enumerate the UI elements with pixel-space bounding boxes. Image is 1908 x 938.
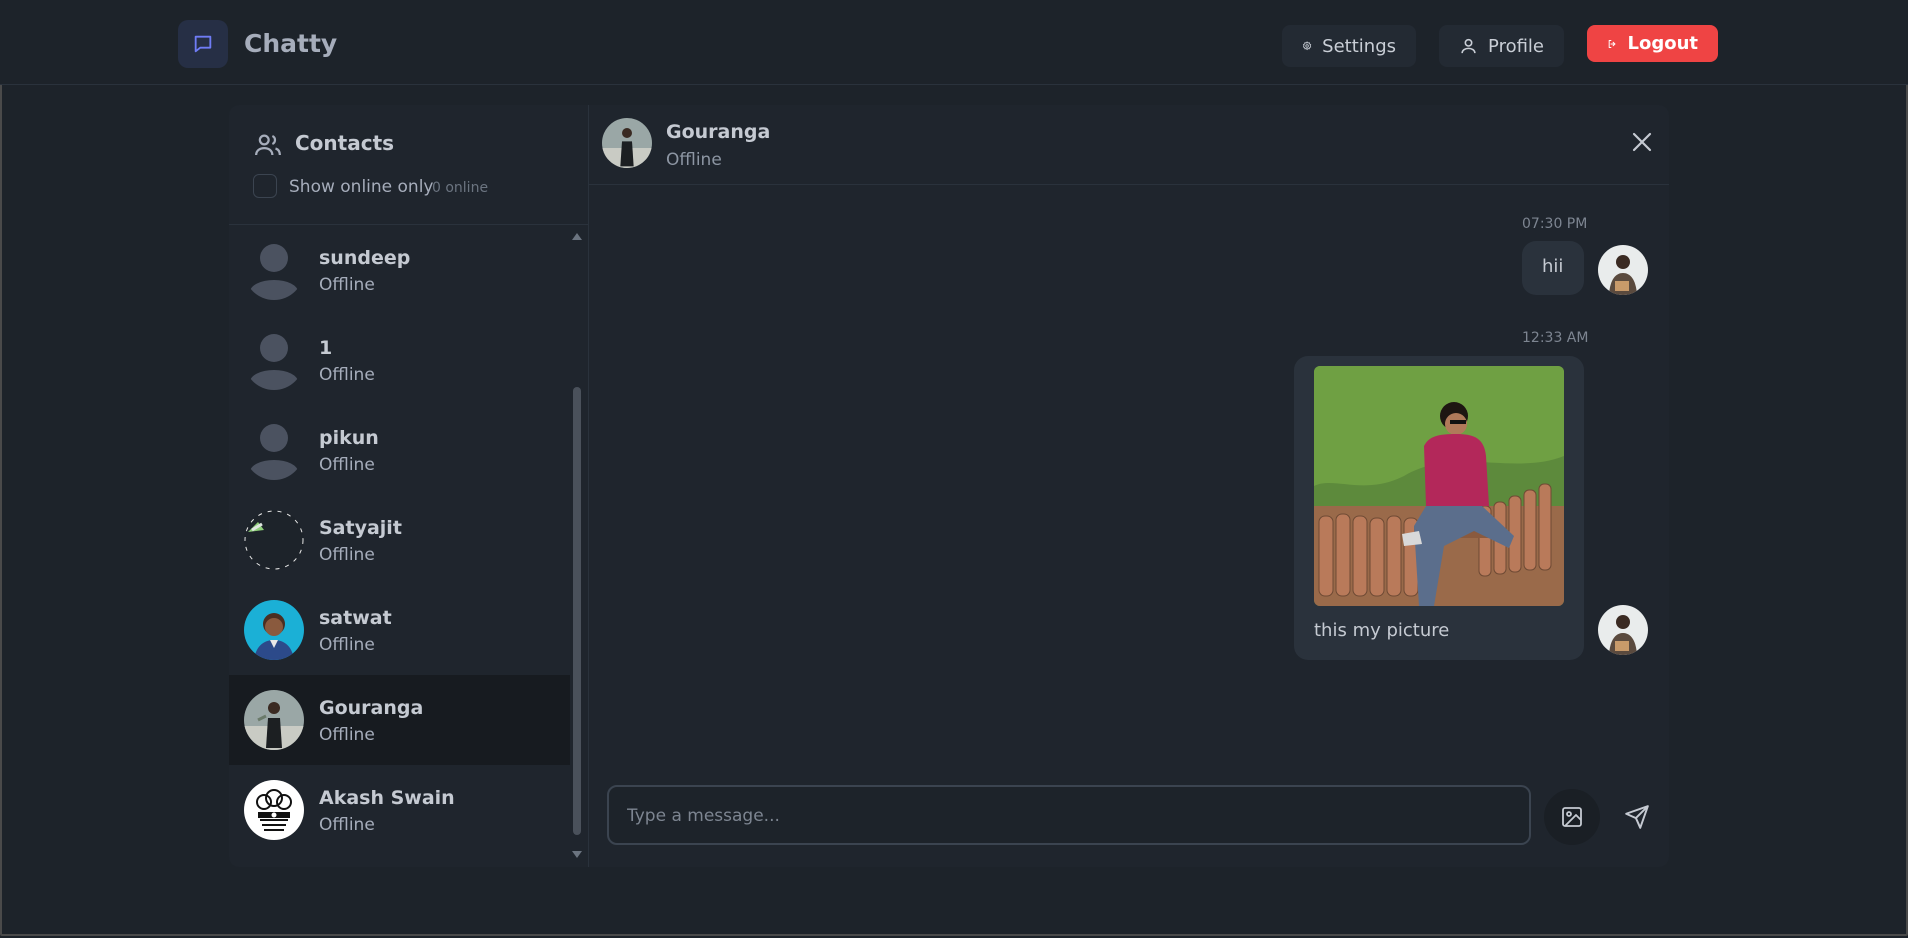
contact-name: 1	[319, 337, 333, 359]
gear-icon	[1302, 41, 1312, 51]
chat-header: Gouranga Offline	[589, 105, 1669, 185]
contact-list-scrollbar[interactable]	[571, 233, 582, 858]
default-avatar-icon	[244, 420, 304, 480]
contact-item-1[interactable]: 1 Offline	[229, 315, 570, 405]
contact-avatar	[244, 510, 304, 570]
chat-bubble-icon	[194, 35, 212, 53]
message-bubble: hii	[1522, 241, 1584, 295]
contact-status: Offline	[319, 365, 375, 385]
contact-status: Offline	[319, 815, 375, 835]
chat-panel: Contacts Show online only 0 online sunde…	[229, 105, 1669, 867]
message-input-wrapper	[607, 785, 1531, 845]
contact-status: Offline	[319, 275, 375, 295]
contact-name: Akash Swain	[319, 787, 455, 809]
contacts-sidebar: Contacts Show online only 0 online sunde…	[229, 105, 589, 867]
contact-item-sundeep[interactable]: sundeep Offline	[229, 225, 570, 315]
contact-item-satyajit[interactable]: Satyajit Offline	[229, 495, 570, 585]
top-navbar: Chatty Settings Profile Logout	[0, 0, 1908, 85]
contact-status: Offline	[319, 455, 375, 475]
contact-status: Offline	[319, 545, 375, 565]
user-icon	[1461, 38, 1476, 54]
settings-button[interactable]: Settings	[1282, 25, 1416, 67]
message-text: hii	[1542, 256, 1564, 277]
contact-list: sundeep Offline 1 Offline pikun Offline	[229, 225, 570, 865]
image-icon	[1562, 807, 1582, 827]
settings-label: Settings	[1322, 35, 1396, 57]
logout-icon	[1608, 39, 1616, 48]
sender-avatar	[1598, 245, 1648, 295]
contact-item-akash-swain[interactable]: Akash Swain Offline	[229, 765, 570, 855]
message-bubble: this my picture	[1294, 356, 1584, 660]
contact-avatar	[244, 600, 304, 660]
contacts-title: Contacts	[295, 131, 395, 155]
contact-item-gouranga[interactable]: Gouranga Offline	[229, 675, 570, 765]
logo[interactable]	[178, 20, 228, 68]
contact-status: Offline	[319, 725, 375, 745]
contact-status: Offline	[319, 635, 375, 655]
profile-button[interactable]: Profile	[1439, 25, 1564, 67]
chat-contact-name: Gouranga	[666, 121, 771, 143]
logout-label: Logout	[1627, 33, 1698, 54]
chat-area: Gouranga Offline 07:30 PM hii 12:33 AM t…	[589, 105, 1669, 867]
scrollbar-thumb[interactable]	[573, 387, 581, 835]
profile-label: Profile	[1488, 35, 1544, 57]
message-text: this my picture	[1314, 620, 1450, 641]
chat-contact-avatar	[602, 118, 652, 168]
message-input[interactable]	[625, 801, 1509, 831]
contacts-header: Contacts Show online only 0 online	[229, 105, 588, 225]
online-count: 0 online	[432, 180, 489, 196]
default-avatar-icon	[244, 330, 304, 390]
users-icon	[255, 134, 281, 156]
app-name[interactable]: Chatty	[244, 29, 337, 58]
message-time: 12:33 AM	[1522, 330, 1589, 346]
send-icon	[1625, 805, 1649, 829]
default-avatar-icon	[244, 240, 304, 300]
sender-avatar	[1598, 605, 1648, 655]
online-only-label[interactable]: Show online only	[289, 177, 434, 197]
scroll-up-icon[interactable]	[571, 231, 583, 241]
message-image[interactable]	[1314, 366, 1564, 606]
send-button[interactable]	[1609, 789, 1665, 845]
contact-avatar	[244, 690, 304, 750]
close-icon[interactable]	[1630, 130, 1654, 154]
attach-image-button[interactable]	[1544, 789, 1600, 845]
message-time: 07:30 PM	[1522, 216, 1588, 232]
contact-item-pikun[interactable]: pikun Offline	[229, 405, 570, 495]
emblem-avatar	[244, 780, 304, 840]
online-only-checkbox[interactable]	[253, 174, 277, 198]
contact-name: Satyajit	[319, 517, 402, 539]
logout-button[interactable]: Logout	[1587, 25, 1718, 62]
contact-name: satwat	[319, 607, 392, 629]
chat-contact-status: Offline	[666, 150, 722, 170]
contact-name: sundeep	[319, 247, 411, 269]
contact-name: Gouranga	[319, 697, 424, 719]
scroll-down-icon[interactable]	[571, 850, 583, 860]
contact-item-satwat[interactable]: satwat Offline	[229, 585, 570, 675]
contact-name: pikun	[319, 427, 379, 449]
